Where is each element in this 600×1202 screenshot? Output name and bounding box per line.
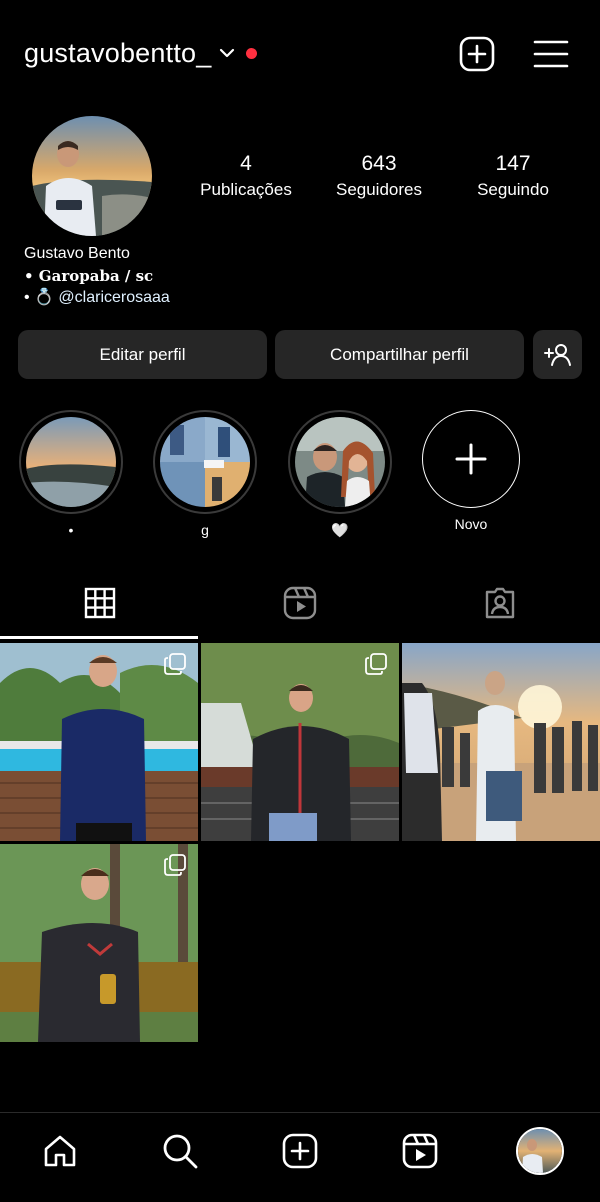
highlight-ring: [153, 410, 257, 514]
stat-posts-count: 4: [240, 152, 252, 175]
nav-home[interactable]: [40, 1131, 80, 1171]
nav-profile[interactable]: [516, 1127, 564, 1175]
reels-icon: [402, 1133, 438, 1169]
reels-icon: [283, 586, 317, 620]
multiple-photos-icon: [164, 854, 186, 876]
stat-following-count: 147: [495, 152, 531, 175]
profile-username[interactable]: gustavobentto_: [24, 38, 211, 69]
highlight-item[interactable]: g: [153, 410, 257, 539]
grid-icon: [84, 587, 116, 619]
nav-create[interactable]: [280, 1131, 320, 1171]
post-thumbnail[interactable]: [0, 643, 198, 841]
search-icon: [163, 1134, 198, 1169]
plus-icon: [455, 443, 487, 475]
highlight-ring: [19, 410, 123, 514]
bio-location: • Garopaba / sc: [24, 267, 154, 285]
highlight-cover-image: [160, 417, 250, 507]
tab-posts-grid[interactable]: [0, 570, 200, 636]
bio-mention-link[interactable]: @claricerosaaa: [58, 289, 169, 306]
new-highlight-button[interactable]: Novo: [419, 410, 523, 533]
new-highlight-label: Novo: [454, 516, 488, 532]
chevron-down-icon[interactable]: [218, 44, 236, 62]
multiple-photos-icon: [164, 653, 186, 675]
multiple-photos-icon: [365, 653, 387, 675]
highlight-label: g: [201, 522, 209, 538]
post-thumbnail[interactable]: [201, 643, 399, 841]
highlight-label: •: [68, 522, 74, 538]
highlight-label: 🤍: [331, 522, 349, 538]
highlight-cover-image: [26, 417, 116, 507]
highlight-ring: [288, 410, 392, 514]
bottom-navigation: [0, 1112, 600, 1202]
tab-tagged[interactable]: [400, 570, 600, 636]
highlight-item[interactable]: 🤍: [288, 410, 392, 539]
tagged-icon: [485, 587, 515, 619]
profile-avatar[interactable]: [32, 116, 152, 236]
stat-followers[interactable]: 643 Seguidores: [329, 150, 429, 202]
create-icon: [282, 1133, 318, 1169]
tab-reels[interactable]: [200, 570, 400, 636]
stat-posts[interactable]: 4 Publicações: [196, 150, 296, 202]
profile-avatar-small: [518, 1129, 562, 1173]
bio-mention-line: • 💍 @claricerosaaa: [24, 287, 564, 309]
stat-following[interactable]: 147 Seguindo: [463, 150, 563, 202]
highlight-cover-image: [295, 417, 385, 507]
edit-profile-button[interactable]: Editar perfil: [18, 330, 267, 379]
home-icon: [44, 1135, 76, 1167]
post-thumbnail[interactable]: [0, 844, 198, 1042]
new-highlight-ring: [422, 410, 520, 508]
highlight-item[interactable]: •: [19, 410, 123, 539]
profile-bio: Gustavo Bento • Garopaba / sc • 💍 @clari…: [24, 243, 564, 309]
add-person-icon: [543, 343, 571, 366]
stat-followers-label: Seguidores: [335, 180, 422, 199]
share-profile-button[interactable]: Compartilhar perfil: [275, 330, 524, 379]
nav-search[interactable]: [160, 1131, 200, 1171]
notification-dot-icon: [246, 48, 257, 59]
bio-ring-prefix: • 💍: [24, 289, 54, 306]
stat-posts-label: Publicações: [200, 180, 292, 199]
top-bar: gustavobentto_: [0, 0, 600, 108]
content-tabs: [0, 570, 600, 640]
hamburger-menu-icon[interactable]: [533, 36, 569, 72]
stat-followers-count: 643: [361, 152, 397, 175]
stat-following-label: Seguindo: [477, 180, 549, 199]
nav-reels[interactable]: [400, 1131, 440, 1171]
profile-display-name: Gustavo Bento: [24, 245, 130, 262]
add-square-icon[interactable]: [459, 36, 495, 72]
post-thumbnail[interactable]: [402, 643, 600, 841]
active-tab-indicator: [0, 636, 198, 639]
discover-people-button[interactable]: [533, 330, 582, 379]
